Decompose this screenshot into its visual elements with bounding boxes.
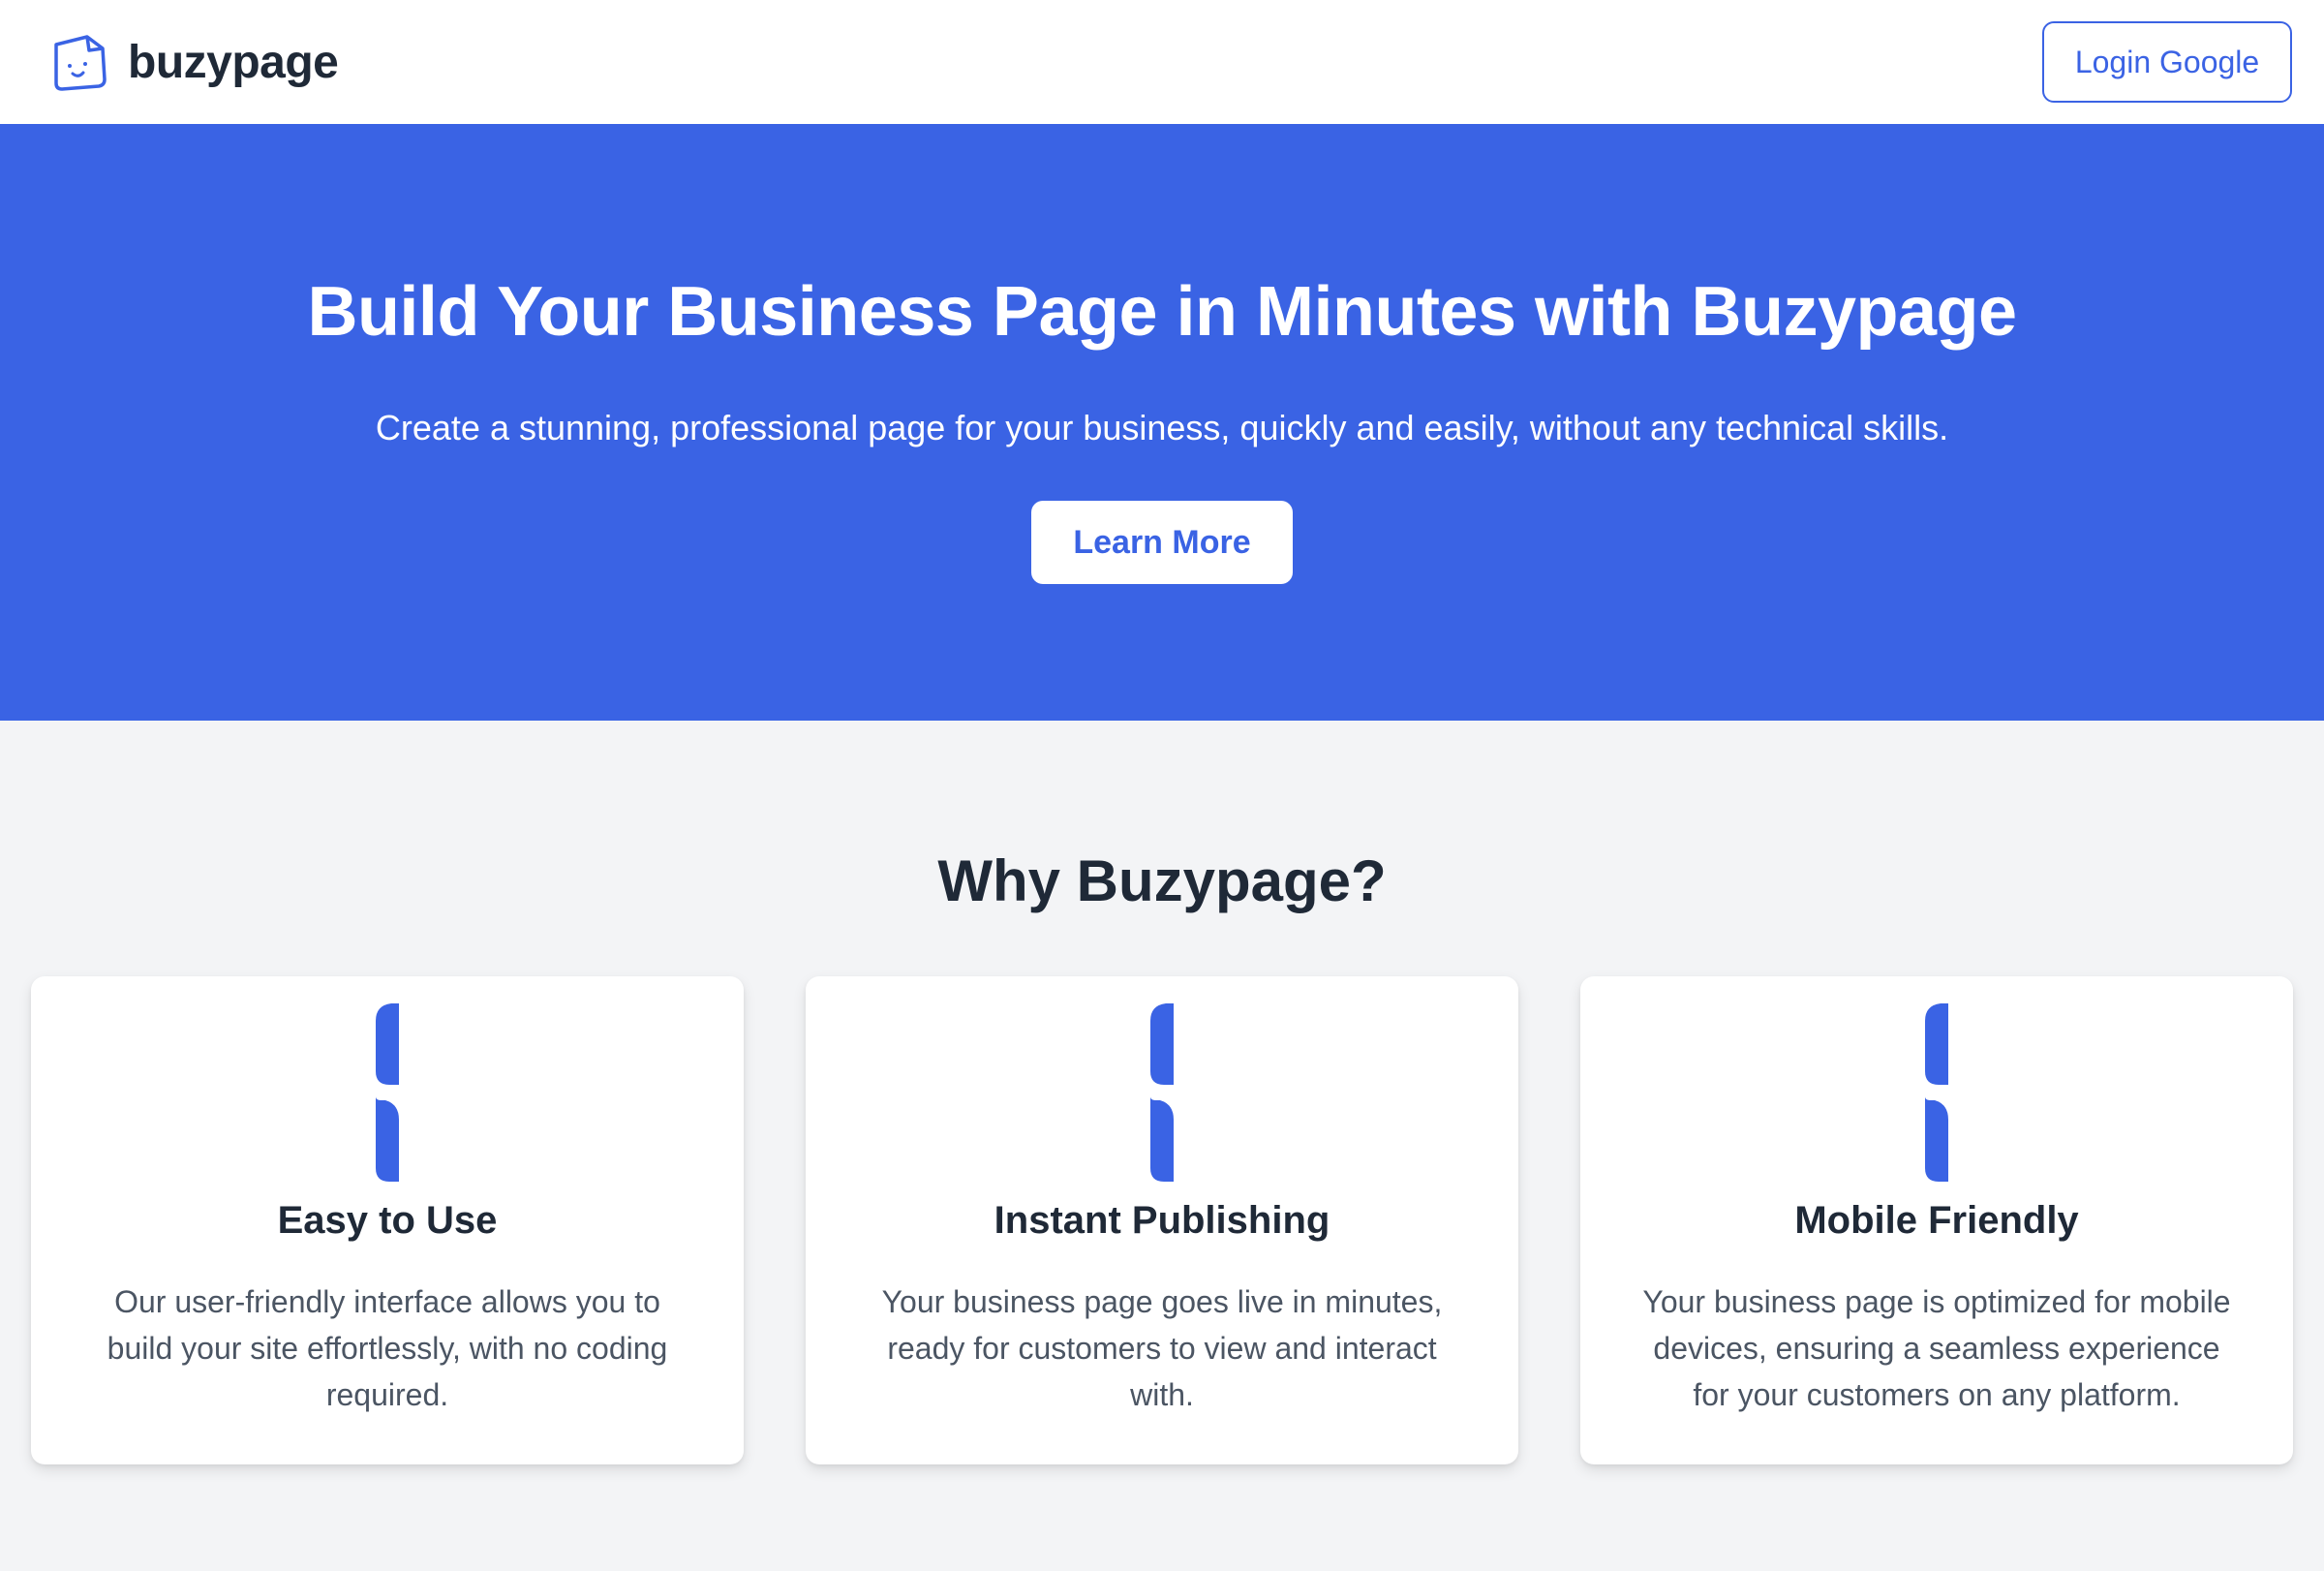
feature-description: Your business page goes live in minutes,…: [881, 1284, 1443, 1412]
feature-icon: [1925, 1003, 1948, 1182]
feature-description: Our user-friendly interface allows you t…: [107, 1284, 668, 1412]
feature-title: Mobile Friendly: [1794, 1199, 2079, 1242]
hero-subtitle: Create a stunning, professional page for…: [375, 408, 1949, 447]
features-title: Why Buzypage?: [937, 848, 1387, 913]
feature-icon: [376, 1003, 399, 1182]
site-header: buzypage Login Google: [0, 0, 2324, 124]
feature-title: Instant Publishing: [994, 1199, 1330, 1242]
brand[interactable]: buzypage: [48, 31, 339, 93]
smiling-page-icon: [54, 35, 107, 91]
learn-more-button[interactable]: Learn More: [1031, 501, 1293, 584]
feature-card: Easy to Use Our user-friendly interface …: [31, 976, 744, 1464]
brand-name: buzypage: [128, 36, 339, 88]
feature-title: Easy to Use: [277, 1199, 498, 1242]
hero-section: Build Your Business Page in Minutes with…: [0, 124, 2324, 721]
login-google-button[interactable]: Login Google: [2042, 21, 2292, 103]
feature-icon: [1150, 1003, 1174, 1182]
hero-title: Build Your Business Page in Minutes with…: [307, 273, 2017, 351]
feature-description: Your business page is optimized for mobi…: [1642, 1284, 2231, 1412]
feature-card: Mobile Friendly Your business page is op…: [1580, 976, 2293, 1464]
feature-card: Instant Publishing Your business page go…: [806, 976, 1518, 1464]
